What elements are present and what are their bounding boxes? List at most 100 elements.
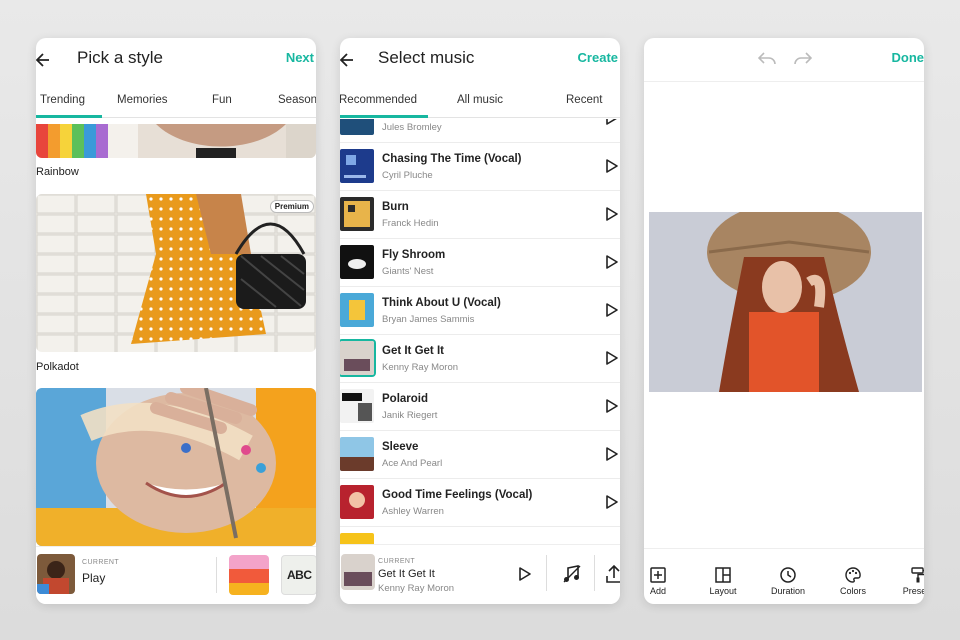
polkadot-style-thumbnail[interactable]: Premium [36, 194, 316, 352]
track-title: Good Time Feelings (Vocal) [382, 489, 533, 501]
track-artist: Jules Bromley [382, 122, 442, 133]
add-tool[interactable]: Add [644, 567, 684, 596]
play-icon[interactable] [606, 207, 618, 221]
track-row[interactable] [340, 527, 620, 545]
current-label: CURRENT [378, 558, 416, 565]
back-arrow-icon[interactable] [340, 50, 354, 70]
rainbow-style-thumbnail[interactable] [36, 124, 316, 158]
tool-label: Colors [839, 586, 866, 596]
play-icon[interactable] [606, 255, 618, 269]
paint-style-thumbnail[interactable] [36, 388, 316, 546]
redo-icon[interactable] [794, 52, 812, 66]
play-icon[interactable] [606, 351, 618, 365]
album-art [340, 341, 374, 375]
tab-all-music[interactable]: All music [457, 94, 503, 106]
track-title: Chasing The Time (Vocal) [382, 153, 522, 165]
tab-fun[interactable]: Fun [212, 94, 232, 106]
music-tabs: Recommended All music Recent [340, 88, 620, 118]
photo-preview[interactable] [649, 212, 922, 392]
style-label-polkadot: Polkadot [36, 361, 79, 373]
color-swatch-option[interactable] [229, 555, 269, 595]
style-label-rainbow: Rainbow [36, 166, 79, 178]
play-icon[interactable] [606, 119, 618, 125]
paint-roller-icon [911, 567, 924, 583]
track-list: Jules Bromley Chasing The Time (Vocal) C… [340, 119, 620, 545]
layout-tool[interactable]: Layout [697, 567, 749, 596]
clock-icon [780, 567, 796, 583]
tab-memories[interactable]: Memories [117, 94, 167, 106]
track-title: Get It Get It [382, 345, 444, 357]
play-icon[interactable] [606, 159, 618, 173]
track-row[interactable]: Sleeve Ace And Pearl [340, 431, 620, 479]
page-title: Pick a style [77, 48, 163, 67]
track-row[interactable]: Jules Bromley [340, 119, 620, 143]
track-title: Fly Shroom [382, 249, 446, 261]
text-style-sample: ABC [287, 568, 312, 582]
duration-tool[interactable]: Duration [762, 567, 814, 596]
track-artist: Giants' Nest [382, 266, 434, 277]
track-artist: Kenny Ray Moron [382, 362, 459, 373]
divider [546, 555, 547, 591]
track-row[interactable]: Think About U (Vocal) Bryan James Sammis [340, 287, 620, 335]
back-arrow-icon[interactable] [36, 50, 50, 70]
track-row[interactable]: Burn Franck Hedin [340, 191, 620, 239]
track-title: Think About U (Vocal) [382, 297, 501, 309]
track-row[interactable]: Chasing The Time (Vocal) Cyril Pluche [340, 143, 620, 191]
album-art [340, 197, 374, 231]
music-picker-screen: Select music Create Recommended All musi… [340, 38, 620, 604]
now-playing-bar: CURRENT Get It Get It Kenny Ray Moron [340, 544, 620, 604]
track-artist: Janik Riegert [382, 410, 438, 421]
page-title: Select music [378, 48, 475, 67]
presets-tool[interactable]: Presets [892, 567, 924, 596]
done-button[interactable]: Done [892, 50, 925, 65]
track-title: Sleeve [382, 441, 419, 453]
divider [594, 555, 595, 591]
tab-recommended[interactable]: Recommended [340, 94, 417, 106]
current-style-bar: CURRENT Play ABC [36, 546, 316, 604]
tab-recent[interactable]: Recent [566, 94, 602, 106]
text-style-option[interactable]: ABC [281, 555, 316, 595]
album-art [340, 437, 374, 471]
track-artist: Cyril Pluche [382, 170, 433, 181]
now-playing-title: Get It Get It [378, 568, 435, 580]
tab-season[interactable]: Season [278, 94, 316, 106]
current-label: CURRENT [82, 559, 120, 566]
create-button[interactable]: Create [578, 50, 618, 65]
tool-label: Layout [709, 586, 737, 596]
track-row[interactable]: Good Time Feelings (Vocal) Ashley Warren [340, 479, 620, 527]
track-row[interactable]: Polaroid Janik Riegert [340, 383, 620, 431]
album-art [340, 149, 374, 183]
music-note-icon[interactable] [562, 564, 582, 584]
active-tab-indicator [36, 115, 102, 118]
upload-icon[interactable] [606, 564, 620, 584]
colors-tool[interactable]: Colors [827, 567, 879, 596]
track-title: Burn [382, 201, 409, 213]
add-icon [650, 567, 666, 583]
undo-icon[interactable] [758, 52, 776, 66]
play-icon[interactable] [606, 399, 618, 413]
tool-label: Add [649, 586, 666, 596]
album-art [340, 389, 374, 423]
tool-label: Presets [902, 586, 924, 596]
play-icon[interactable] [519, 567, 531, 581]
premium-badge: Premium [269, 200, 314, 213]
tab-trending[interactable]: Trending [40, 94, 85, 106]
album-art [340, 245, 374, 279]
play-icon[interactable] [606, 447, 618, 461]
palette-icon [845, 567, 861, 583]
album-art [340, 119, 374, 135]
track-artist: Ashley Warren [382, 506, 444, 517]
header: Pick a style Next [36, 38, 316, 82]
current-style-thumbnail[interactable] [37, 554, 75, 594]
layout-icon [715, 567, 731, 583]
track-title: Polaroid [382, 393, 429, 405]
track-artist: Ace And Pearl [382, 458, 443, 469]
track-row[interactable]: Fly Shroom Giants' Nest [340, 239, 620, 287]
play-icon[interactable] [606, 303, 618, 317]
now-playing-art [341, 554, 375, 590]
play-icon[interactable] [606, 495, 618, 509]
album-art [340, 485, 374, 519]
track-row-selected[interactable]: Get It Get It Kenny Ray Moron [340, 335, 620, 383]
divider [216, 557, 217, 593]
next-button[interactable]: Next [286, 50, 314, 65]
